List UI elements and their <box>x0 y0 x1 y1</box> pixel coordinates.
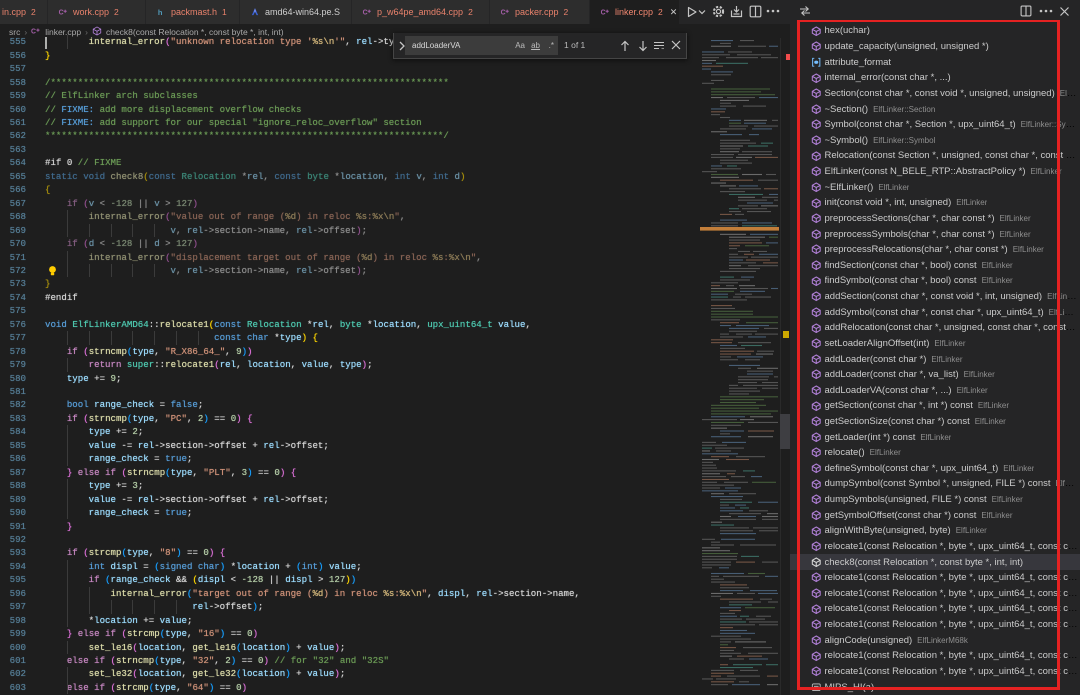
svg-text:C: C <box>363 10 368 17</box>
svg-text:h: h <box>158 8 163 17</box>
svg-text:C: C <box>59 10 64 17</box>
svg-text:C: C <box>501 10 506 17</box>
svg-text:C: C <box>601 10 606 17</box>
svg-text:C: C <box>31 29 36 36</box>
